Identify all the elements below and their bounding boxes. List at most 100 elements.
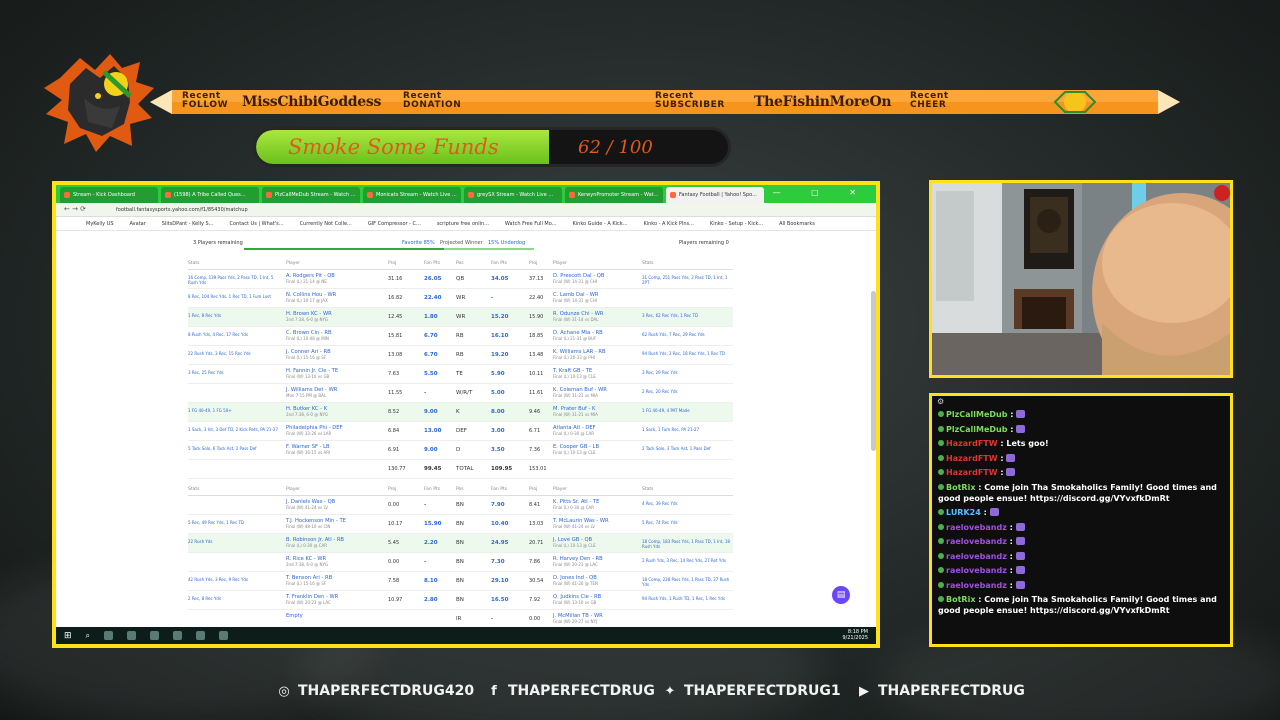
left-player-name[interactable]: T. Franklin Den - WR Final (W) 20-23 @ LA… — [286, 594, 338, 605]
chat-badge-icon — [938, 469, 944, 475]
right-player-name[interactable]: C. Lamb Dal - WR Final (W) 14-31 @ CHI — [553, 292, 599, 303]
chat-username[interactable]: raelovebandz — [946, 552, 1007, 561]
bookmark-link[interactable]: Avatar — [130, 221, 146, 227]
chat-separator: : — [997, 453, 1007, 463]
right-player-stats: 2 Tack Solo, 3 Tack Ast, 1 Pass Def — [642, 446, 711, 451]
right-player-name[interactable]: K. Williams LAR - RB Final (L) 26-33 @ PH… — [553, 349, 606, 360]
address-bar[interactable]: ← → ⟳ football.fantasysports.yahoo.com/f… — [56, 203, 876, 217]
right-player-name[interactable]: D. Prescott Dal - QB Final (W) 14-31 @ CH… — [553, 273, 604, 284]
right-player-name[interactable]: T. McLaurin Was - WR Final (W) 41-24 vs L… — [553, 518, 609, 529]
right-player-name[interactable]: K. Pitts Sr. Atl - TE Final (L) 0-30 @ CA… — [553, 499, 599, 510]
bookmark-link[interactable]: Watch Free Full Mo... — [505, 221, 557, 227]
left-player-name[interactable]: N. Collins Hou - WR Final (L) 10-17 @ JAX — [286, 292, 336, 303]
bookmark-link[interactable]: Kinko - Setup - Kick... — [710, 221, 763, 227]
chat-username[interactable]: raelovebandz — [946, 537, 1007, 546]
left-player-name[interactable]: H. Butker KC - K 2nd 7:38, 6-0 @ NYG — [286, 406, 328, 417]
browser-tab[interactable]: Fantasy Football | Yahoo! Spo... — [666, 187, 764, 203]
chat-username[interactable]: HazardFTW — [946, 439, 998, 448]
column-header: Fan Pts — [424, 487, 441, 492]
left-player-name[interactable]: J. Conner Ari - RB Final (L) 15-16 @ SF — [286, 349, 331, 360]
left-player-name[interactable]: H. Fannin Jr. Cle - TE Final (W) 13-10 vs… — [286, 368, 338, 379]
roster-position: TE — [456, 371, 463, 377]
browser-icon[interactable] — [219, 631, 229, 640]
bookmark-link[interactable]: SlitsDPant - Kelly S... — [162, 221, 214, 227]
window-controls[interactable]: — ▢ ✕ — [773, 188, 870, 197]
bookmark-link[interactable]: Currently Not Colle... — [300, 221, 352, 227]
game-status: Final (W) 31-14 vs DAL — [553, 317, 599, 322]
chrome-icon[interactable] — [104, 631, 114, 640]
windows-start-icon[interactable]: ⊞ — [64, 631, 72, 641]
chat-username[interactable]: raelovebandz — [946, 581, 1007, 590]
chat-username[interactable]: raelovebandz — [946, 566, 1007, 575]
right-player-name[interactable]: R. Odunze Chi - WR Final (W) 31-14 vs DAL — [553, 311, 604, 322]
right-fantasy-points: 3.00 — [491, 428, 505, 434]
windows-taskbar: ⊞ ⌕ 8:18 PM 9/21/2025 — [56, 627, 876, 644]
bookmark-link[interactable]: Kinko - A Kick Plns... — [643, 221, 693, 227]
left-player-name[interactable]: A. Rodgers Pit - QB Final (L) 21-14 @ NE — [286, 273, 335, 284]
right-player-name[interactable]: M. Prater Buf - K Final (W) 31-21 vs MIA — [553, 406, 598, 417]
obs-icon[interactable] — [196, 631, 206, 640]
chat-badge-icon — [938, 483, 944, 490]
game-status: Final (L) 15-16 @ SF — [286, 355, 327, 360]
browser-tab[interactable]: Monicats Stream - Watch Live ... — [363, 187, 461, 203]
chat-username[interactable]: LURK24 — [946, 508, 981, 517]
right-fantasy-points: - — [491, 295, 494, 301]
right-player-name[interactable]: J. Love GB - QB Final (L) 10-13 @ CLE — [553, 537, 596, 548]
left-player-name[interactable]: Philadelphia Phi - DEF Final (W) 33-26 vs… — [286, 425, 343, 436]
left-player-name[interactable]: J. Williams Det - WR Mon 7:15 PM @ BAL — [286, 387, 337, 398]
right-player-name[interactable]: D. Achane Mia - RB Final (L) 21-31 @ BUF — [553, 330, 603, 341]
left-player-name[interactable]: Empty — [286, 613, 303, 619]
twitter-icon: ✦ — [664, 684, 676, 699]
left-player-name[interactable]: R. Rice KC - WR 2nd 7:38, 6-0 @ NYG — [286, 556, 328, 567]
chat-username[interactable]: HazardFTW — [946, 468, 998, 477]
chat-username[interactable]: BotRix — [946, 595, 975, 604]
chat-username[interactable]: BotRix — [946, 483, 975, 492]
browser-tab[interactable]: greySX Stream - Watch Live ... — [464, 187, 562, 203]
browser-tab[interactable]: (1598) A Tribe Called Ques... — [161, 187, 259, 203]
left-player-name[interactable]: B. Robinson Jr. Atl - RB Final (L) 0-30 @… — [286, 537, 344, 548]
matchup-row: 22 Rush Yds, 3 Rec, 15 Rec Yds J. Conner … — [188, 346, 733, 365]
browser-tab[interactable]: Stream - Kick Dashboard — [60, 187, 158, 203]
left-player-name[interactable]: J. Daniels Was - QB Final (W) 41-24 vs LV — [286, 499, 335, 510]
left-player-name[interactable]: T. Benson Ari - RB Final (L) 15-16 @ SF — [286, 575, 332, 586]
browser-tab[interactable]: PlzCallMeDub Stream - Watch ... — [262, 187, 360, 203]
recent-subscriber-name: TheFishinMoreOn — [754, 94, 892, 110]
right-player-name[interactable]: J. McMillan TB - WR Final (W) 29-27 vs NY… — [553, 613, 603, 624]
right-player-name[interactable]: R. Harvey Den - RB Final (W) 20-23 @ LAC — [553, 556, 603, 567]
left-player-name[interactable]: T.J. Hockenson Min - TE Final (W) 48-10 v… — [286, 518, 346, 529]
bookmark-link[interactable]: GIF Compressor - C... — [368, 221, 421, 227]
chat-settings-icon[interactable]: ⚙ — [937, 397, 944, 406]
left-player-name[interactable]: H. Brown KC - WR 2nd 7:38, 6-0 @ NYG — [286, 311, 332, 322]
projection-bar-right — [444, 248, 534, 250]
right-player-name[interactable]: T. Kraft GB - TE Final (L) 10-13 @ CLE — [553, 368, 596, 379]
social-handle: THAPERFECTDRUG420 — [298, 683, 475, 699]
right-player-name[interactable]: D. Jones Ind - QB Final (W) 41-20 @ TEN — [553, 575, 598, 586]
bookmark-link[interactable]: Contact Us | What's... — [230, 221, 284, 227]
bookmark-link[interactable]: All Bookmarks — [779, 221, 815, 227]
chat-bubble-icon[interactable]: ▤ — [832, 586, 850, 604]
left-fantasy-points: 8.10 — [424, 578, 438, 584]
left-player-stats: 16 Comp, 139 Pass Yds, 2 Pass TD, 1 Int,… — [188, 275, 274, 285]
left-player-name[interactable]: F. Warner SF - LB Final (W) 16-15 vs ARI — [286, 444, 330, 455]
chat-username[interactable]: PlzCallMeDub — [946, 410, 1007, 419]
browser-tab[interactable]: KerwynPromoter Stream - Wat... — [565, 187, 663, 203]
chat-username[interactable]: raelovebandz — [946, 523, 1007, 532]
bookmark-link[interactable]: scripture free onlin... — [437, 221, 489, 227]
right-player-name[interactable]: K. Coleman Buf - WR Final (W) 31-21 vs MI… — [553, 387, 607, 398]
left-player-name[interactable]: C. Brown Cin - RB Final (L) 10-48 @ MIN — [286, 330, 332, 341]
store-icon[interactable] — [150, 631, 160, 640]
bookmark-link[interactable]: Kinko Guide - A Kick... — [572, 221, 627, 227]
right-player-name[interactable]: Q. Judkins Cle - RB Final (W) 13-10 vs GB — [553, 594, 601, 605]
right-player-name[interactable]: Atlanta Atl - DEF Final (L) 0-30 @ CAR — [553, 425, 596, 436]
left-projection: 16.82 — [388, 295, 403, 301]
youtube-icon: ▶ — [859, 684, 869, 699]
search-icon[interactable]: ⌕ — [86, 631, 90, 641]
bookmark-link[interactable]: MyKelly US — [86, 221, 114, 227]
file-explorer-icon[interactable] — [127, 631, 137, 640]
right-player-name[interactable]: E. Cooper GB - LB Final (L) 10-13 @ CLE — [553, 444, 599, 455]
chat-username[interactable]: PlzCallMeDub — [946, 425, 1007, 434]
chat-username[interactable]: HazardFTW — [946, 454, 998, 463]
nav-arrows-icon[interactable]: ← → ⟳ — [64, 205, 86, 213]
page-scrollbar[interactable] — [871, 291, 876, 451]
app-icon[interactable] — [173, 631, 183, 640]
